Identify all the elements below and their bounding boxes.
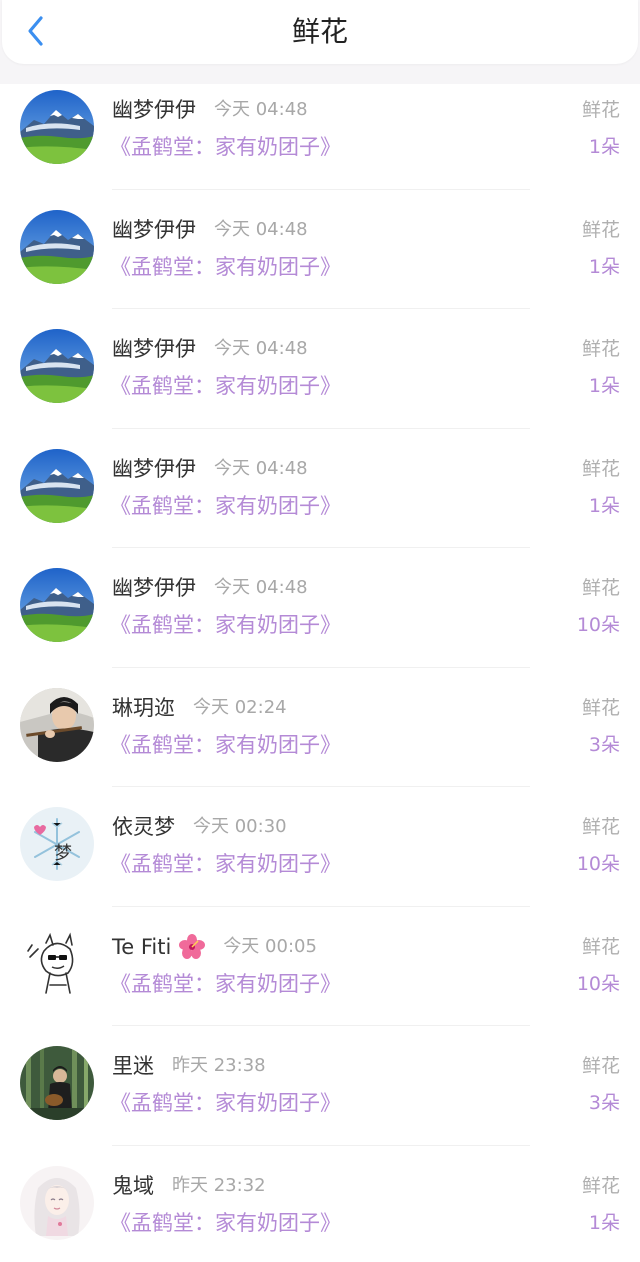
svg-text:梦: 梦 [54,843,72,864]
gift-count: 1朵 [588,1211,620,1234]
user-name[interactable]: 幽梦伊伊 [112,95,196,125]
page-title: 鲜花 [291,15,348,48]
row-divider [112,786,530,787]
user-info-line: 依灵梦 今天 00:30 [112,812,287,842]
user-info-line: 里迷 昨天 23:38 [112,1051,266,1081]
gift-type-label: 鲜花 [581,218,620,241]
gift-record-row[interactable]: 里迷 昨天 23:38 《孟鹤堂：家有奶团子》 鲜花 3朵 [0,1040,640,1160]
user-info-line: 幽梦伊伊 今天 04:48 [112,454,308,484]
gift-record-row[interactable]: 幽梦伊伊 今天 04:48 《孟鹤堂：家有奶团子》 鲜花 1朵 [0,204,640,324]
user-name[interactable]: 依灵梦 [112,812,175,842]
gift-type-label: 鲜花 [581,816,620,838]
gift-count: 1朵 [588,494,620,517]
gift-count: 3朵 [588,733,620,756]
user-name[interactable]: 幽梦伊伊 [112,573,196,603]
book-title-link[interactable]: 《孟鹤堂：家有奶团子》 [110,371,341,401]
user-name[interactable]: 幽梦伊伊 [112,454,196,484]
gift-time: 昨天 23:32 [172,1174,266,1196]
hibiscus-flower-icon [179,933,206,960]
gift-time: 今天 04:48 [214,577,308,598]
white-hair-girl-avatar[interactable] [20,1165,94,1240]
gift-type-label: 鲜花 [581,99,620,121]
book-title-link[interactable]: 《孟鹤堂：家有奶团子》 [110,849,341,879]
gift-record-list: 幽梦伊伊 今天 04:48 《孟鹤堂：家有奶团子》 鲜花 1朵 幽梦伊伊 今天 04:48… [0,84,640,1262]
user-name[interactable]: 里迷 [112,1051,154,1081]
top-bar: 鲜花 [0,0,640,84]
forest-musician-avatar[interactable] [20,1046,94,1120]
gift-type-label: 鲜花 [581,696,620,719]
flute-player-avatar[interactable] [20,687,94,762]
book-title-link[interactable]: 《孟鹤堂：家有奶团子》 [110,132,341,162]
sketch-character-avatar[interactable] [20,926,94,1001]
user-info-line: 幽梦伊伊 今天 04:48 [112,215,308,245]
gift-time: 今天 04:48 [214,99,308,120]
user-name[interactable]: 鬼域 [112,1171,154,1201]
row-divider [112,547,530,548]
user-name[interactable]: 琳玥迩 [112,693,175,723]
gift-count: 10朵 [576,972,620,995]
gift-count: 1朵 [588,136,620,158]
book-title-link[interactable]: 《孟鹤堂：家有奶团子》 [110,610,341,640]
row-divider [112,308,530,309]
user-info-line: 幽梦伊伊 今天 04:48 [112,95,308,125]
page: 鲜花 幽梦伊伊 今天 04:48 《孟鹤堂：家有奶团子》 鲜花 1朵 幽梦伊伊 今天 04 [0,0,640,1262]
gift-record-row[interactable]: 鬼域 昨天 23:32 《孟鹤堂：家有奶团子》 鲜花 1朵 [0,1160,640,1262]
mountain-landscape-avatar[interactable] [20,448,94,523]
gift-record-row[interactable]: 琳玥迩 今天 02:24 《孟鹤堂：家有奶团子》 鲜花 3朵 [0,682,640,802]
gift-type-label: 鲜花 [581,338,620,360]
book-title-link[interactable]: 《孟鹤堂：家有奶团子》 [110,491,341,521]
gift-count: 3朵 [588,1092,620,1114]
mountain-landscape-avatar[interactable] [20,90,94,164]
gift-count: 1朵 [588,255,620,278]
gift-type-label: 鲜花 [581,1055,620,1077]
row-divider [112,1025,530,1026]
user-info-line: Te Fiti 今天 00:05 [112,932,317,962]
mountain-landscape-avatar[interactable] [20,568,94,642]
gift-record-row[interactable]: 幽梦伊伊 今天 04:48 《孟鹤堂：家有奶团子》 鲜花 1朵 [0,84,640,204]
gift-time: 今天 00:05 [223,935,317,957]
gift-count: 10朵 [576,614,620,636]
gift-count: 1朵 [588,375,620,397]
row-divider [112,905,530,907]
gift-record-row[interactable]: Te Fiti 今天 00:05 《孟鹤堂：家有奶团子》 鲜花 10朵 [0,921,640,1041]
gift-time: 昨天 23:38 [172,1055,266,1076]
user-name[interactable]: 幽梦伊伊 [112,215,196,245]
mountain-landscape-avatar[interactable] [20,209,94,284]
book-title-link[interactable]: 《孟鹤堂：家有奶团子》 [110,1088,341,1118]
user-info-line: 琳玥迩 今天 02:24 [112,693,287,723]
gift-time: 今天 04:48 [214,338,308,359]
nav-bar: 鲜花 [2,0,638,64]
user-info-line: 幽梦伊伊 今天 04:48 [112,334,308,364]
book-title-link[interactable]: 《孟鹤堂：家有奶团子》 [110,730,341,760]
gift-type-label: 鲜花 [581,1174,620,1197]
gift-time: 今天 04:48 [214,218,308,240]
user-info-line: 鬼域 昨天 23:32 [112,1171,266,1201]
gift-record-row[interactable]: 幽梦伊伊 今天 04:48 《孟鹤堂：家有奶团子》 鲜花 1朵 [0,323,640,443]
gift-record-row[interactable]: 幽梦伊伊 今天 04:48 《孟鹤堂：家有奶团子》 鲜花 1朵 [0,443,640,563]
row-divider [112,666,530,668]
gift-record-row[interactable]: 梦 依灵梦 今天 00:30 《孟鹤堂：家有奶团子》 鲜花 10朵 [0,801,640,921]
user-name[interactable]: Te Fiti [112,932,171,962]
book-title-link[interactable]: 《孟鹤堂：家有奶团子》 [110,252,341,282]
gift-count: 10朵 [576,853,620,875]
gift-type-label: 鲜花 [581,577,620,599]
gift-record-row[interactable]: 幽梦伊伊 今天 04:48 《孟鹤堂：家有奶团子》 鲜花 10朵 [0,562,640,682]
user-info-line: 幽梦伊伊 今天 04:48 [112,573,308,603]
row-divider [112,1144,530,1146]
gift-time: 今天 02:24 [193,696,287,718]
mountain-landscape-avatar[interactable] [20,329,94,403]
gift-time: 今天 04:48 [214,457,308,479]
user-name[interactable]: 幽梦伊伊 [112,334,196,364]
row-divider [112,188,530,190]
book-title-link[interactable]: 《孟鹤堂：家有奶团子》 [110,1208,341,1238]
book-title-link[interactable]: 《孟鹤堂：家有奶团子》 [110,969,341,999]
snowflake-dream-avatar[interactable]: 梦 [20,807,94,881]
row-divider [112,427,530,429]
gift-time: 今天 00:30 [193,816,287,837]
gift-type-label: 鲜花 [581,457,620,480]
gift-type-label: 鲜花 [581,935,620,958]
